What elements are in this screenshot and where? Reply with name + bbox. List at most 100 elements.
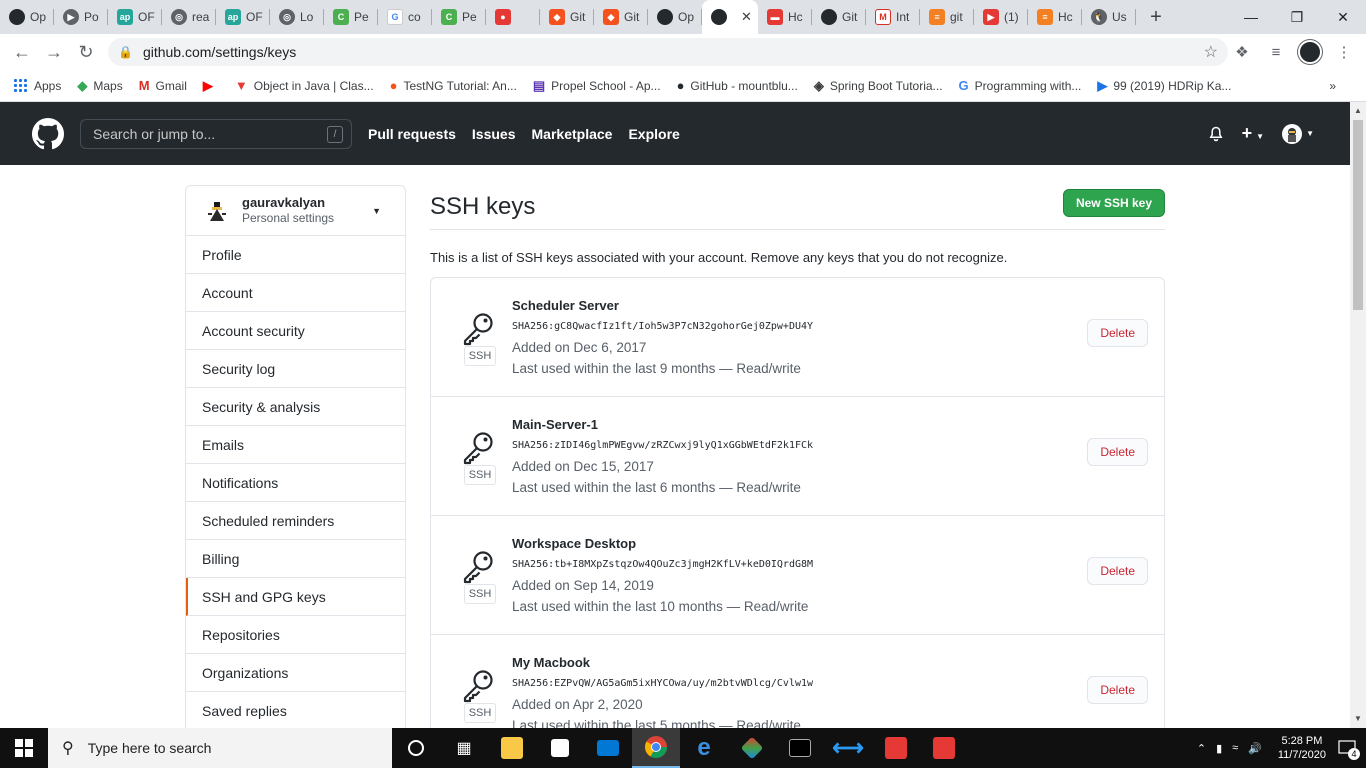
- nav-explore[interactable]: Explore: [628, 126, 679, 142]
- chevron-up-icon[interactable]: ⌃: [1197, 742, 1206, 755]
- delete-key-button[interactable]: Delete: [1087, 319, 1148, 347]
- nav-issues[interactable]: Issues: [472, 126, 516, 142]
- browser-tab[interactable]: C Pe: [432, 0, 486, 34]
- mail-icon[interactable]: [584, 728, 632, 768]
- github-logo-icon[interactable]: [32, 117, 64, 150]
- browser-tab[interactable]: ≡ git: [920, 0, 974, 34]
- close-tab-icon[interactable]: ✕: [741, 9, 752, 25]
- browser-tab[interactable]: M Int: [866, 0, 920, 34]
- bookmark-item[interactable]: M Gmail: [139, 78, 187, 93]
- bookmark-item[interactable]: ▤ Propel School - Ap...: [533, 78, 661, 94]
- browser-tab[interactable]: 🐧 Us: [1082, 0, 1136, 34]
- volume-icon[interactable]: 🔊: [1248, 742, 1262, 755]
- scroll-thumb[interactable]: [1353, 120, 1363, 310]
- browser-tab[interactable]: ◎ rea: [162, 0, 216, 34]
- maximize-icon[interactable]: ❐: [1274, 0, 1320, 34]
- extensions-icon[interactable]: ❖: [1230, 40, 1254, 64]
- bookmark-item[interactable]: ● TestNG Tutorial: An...: [390, 78, 517, 93]
- bookmark-star-icon[interactable]: ☆: [1204, 42, 1218, 62]
- reload-icon[interactable]: ↻: [70, 36, 102, 68]
- account-switcher[interactable]: gauravkalyan Personal settings ▼: [186, 186, 405, 236]
- sidebar-item-security-analysis[interactable]: Security & analysis: [186, 388, 405, 426]
- browser-tab[interactable]: ◎ Lo: [270, 0, 324, 34]
- minimize-icon[interactable]: —: [1228, 0, 1274, 34]
- user-menu[interactable]: ▼: [1282, 123, 1314, 144]
- browser-tab[interactable]: ▬ Hc: [758, 0, 812, 34]
- bookmark-item[interactable]: ◈ Spring Boot Tutoria...: [814, 78, 943, 94]
- sidebar-item-repositories[interactable]: Repositories: [186, 616, 405, 654]
- bookmarks-overflow-icon[interactable]: »: [1329, 79, 1336, 93]
- battery-icon[interactable]: ▮: [1216, 742, 1222, 755]
- browser-tab[interactable]: C Pe: [324, 0, 378, 34]
- nav-pull-requests[interactable]: Pull requests: [368, 126, 456, 142]
- vscode-icon[interactable]: ⟷: [824, 728, 872, 768]
- back-icon[interactable]: ←: [6, 36, 38, 68]
- sidebar-item-saved-replies[interactable]: Saved replies: [186, 692, 405, 730]
- sidebar-item-billing[interactable]: Billing: [186, 540, 405, 578]
- chrome-icon[interactable]: [632, 728, 680, 768]
- browser-tab[interactable]: ●: [486, 0, 540, 34]
- scroll-up-icon[interactable]: ▲: [1353, 106, 1363, 115]
- browser-tab[interactable]: Git: [812, 0, 866, 34]
- bookmark-item[interactable]: ▶ 99 (2019) HDRip Ka...: [1097, 78, 1231, 94]
- sidebar-item-security-log[interactable]: Security log: [186, 350, 405, 388]
- maps-icon: ◆: [77, 77, 88, 93]
- address-bar[interactable]: 🔒 github.com/settings/keys ☆: [108, 38, 1228, 66]
- terminal-icon[interactable]: [776, 728, 824, 768]
- browser-tab[interactable]: Op: [0, 0, 54, 34]
- sidebar-item-profile[interactable]: Profile: [186, 236, 405, 274]
- new-ssh-key-button[interactable]: New SSH key: [1062, 189, 1165, 217]
- nav-marketplace[interactable]: Marketplace: [532, 126, 613, 142]
- sidebar-item-organizations[interactable]: Organizations: [186, 654, 405, 692]
- browser-tab[interactable]: ▶ Po: [54, 0, 108, 34]
- bell-icon[interactable]: [1208, 126, 1224, 142]
- edge-icon[interactable]: e: [680, 728, 728, 768]
- bookmark-item[interactable]: G Programming with...: [959, 78, 1082, 93]
- sidebar-item-scheduled-reminders[interactable]: Scheduled reminders: [186, 502, 405, 540]
- add-new-icon[interactable]: + ▼: [1242, 123, 1264, 144]
- task-view-icon[interactable]: ▦: [440, 728, 488, 768]
- windows-search-input[interactable]: ⚲ Type here to search: [48, 728, 392, 768]
- new-tab-button[interactable]: +: [1136, 6, 1176, 29]
- store-icon[interactable]: [536, 728, 584, 768]
- git-gui-icon[interactable]: [872, 728, 920, 768]
- sidebar-item-notifications[interactable]: Notifications: [186, 464, 405, 502]
- browser-tab[interactable]: Gco: [378, 0, 432, 34]
- sidebar-item-account[interactable]: Account: [186, 274, 405, 312]
- profile-avatar[interactable]: [1298, 40, 1322, 64]
- sidebar-item-emails[interactable]: Emails: [186, 426, 405, 464]
- bookmark-item[interactable]: ▶: [203, 78, 219, 94]
- browser-tab[interactable]: ≡ Hc: [1028, 0, 1082, 34]
- sidebar-item-ssh-and-gpg-keys[interactable]: SSH and GPG keys: [186, 578, 405, 616]
- sidebar-item-account-security[interactable]: Account security: [186, 312, 405, 350]
- delete-key-button[interactable]: Delete: [1087, 557, 1148, 585]
- windows-start-icon[interactable]: [0, 728, 48, 768]
- git-kraken-icon[interactable]: [728, 728, 776, 768]
- wifi-icon[interactable]: ≈: [1232, 742, 1238, 754]
- browser-tab[interactable]: ◆ Git: [594, 0, 648, 34]
- browser-tab[interactable]: ap OF: [216, 0, 270, 34]
- page-scrollbar[interactable]: ▲ ▼: [1350, 102, 1366, 728]
- bookmark-item[interactable]: ◆ Maps: [77, 78, 122, 94]
- browser-tab[interactable]: ✕: [702, 0, 758, 34]
- browser-tab[interactable]: Op: [648, 0, 702, 34]
- media-queue-icon[interactable]: ≡: [1264, 40, 1288, 64]
- menu-icon[interactable]: ⋮: [1332, 40, 1356, 64]
- close-window-icon[interactable]: ✕: [1320, 0, 1366, 34]
- browser-tab[interactable]: ap OF: [108, 0, 162, 34]
- bookmark-item[interactable]: Apps: [14, 78, 61, 93]
- delete-key-button[interactable]: Delete: [1087, 676, 1148, 704]
- bookmark-item[interactable]: ● GitHub - mountblu...: [677, 78, 798, 93]
- browser-tab[interactable]: ◆ Git: [540, 0, 594, 34]
- notification-icon[interactable]: 4: [1336, 738, 1360, 760]
- git-gui-icon-2[interactable]: [920, 728, 968, 768]
- github-search-input[interactable]: Search or jump to... /: [80, 118, 352, 149]
- file-explorer-icon[interactable]: [488, 728, 536, 768]
- forward-icon[interactable]: →: [38, 36, 70, 68]
- delete-key-button[interactable]: Delete: [1087, 438, 1148, 466]
- scroll-down-icon[interactable]: ▼: [1353, 714, 1363, 723]
- cortana-icon[interactable]: [392, 728, 440, 768]
- bookmark-item[interactable]: ▼ Object in Java | Clas...: [235, 78, 374, 93]
- clock[interactable]: 5:28 PM 11/7/2020: [1278, 734, 1326, 762]
- browser-tab[interactable]: ▶ (1): [974, 0, 1028, 34]
